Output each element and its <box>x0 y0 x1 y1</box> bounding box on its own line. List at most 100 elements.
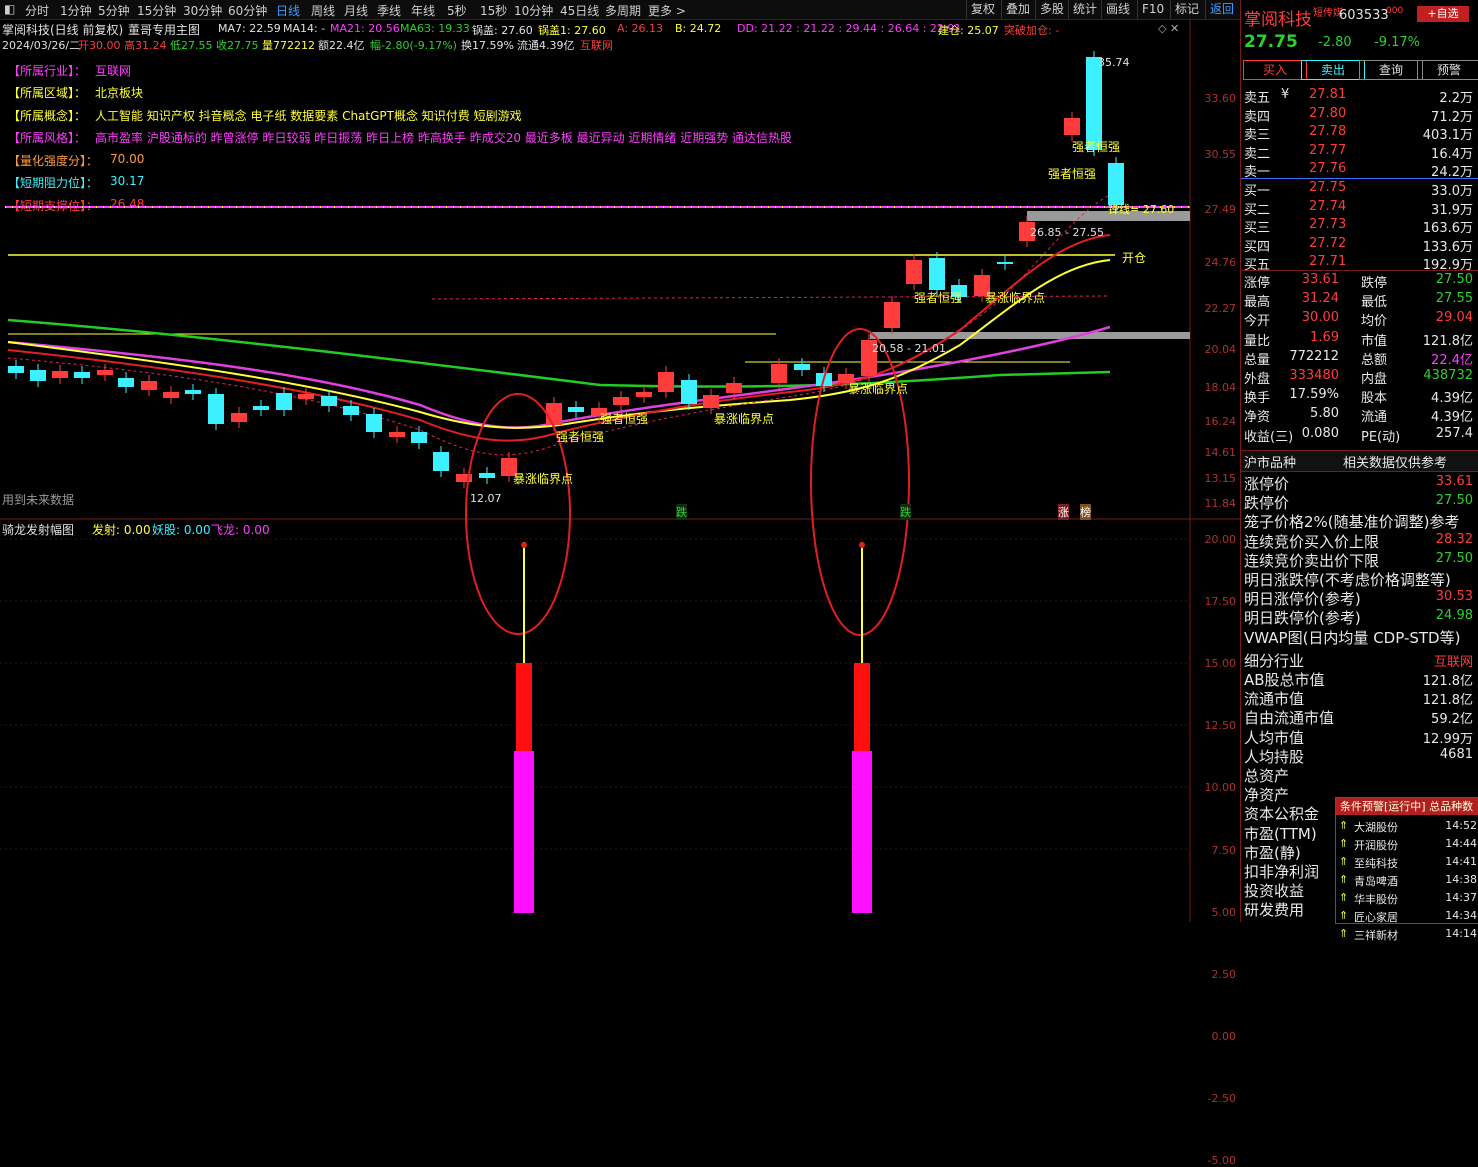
bids-label: 买一 <box>1244 184 1271 199</box>
alert-item[interactable]: ⇑ 至纯科技 14:41 <box>1336 853 1478 871</box>
info-value: 27.50 <box>1435 493 1473 509</box>
bang-badge: 榜 <box>1080 504 1091 520</box>
kaicang-label: 开仓 <box>1122 251 1147 265</box>
sub-tick: 5.00 <box>1211 905 1237 919</box>
bids-price: 27.74 <box>1309 198 1347 214</box>
info-value: 4681 <box>1439 746 1473 762</box>
bids-row[interactable]: 买一 27.75 33.0万 <box>1241 179 1478 199</box>
strong-label-4: 强者恒强 <box>556 430 605 444</box>
range-label-1: 26.85 - 27.55 <box>1030 226 1104 239</box>
alert-item[interactable]: ⇑ 三祥新材 14:14 <box>1336 925 1478 943</box>
asks-price: 27.77 <box>1309 142 1347 158</box>
tomorrow-title-row: 明日涨跌停(不考虑价格调整等) <box>1241 568 1478 589</box>
alert-item[interactable]: ⇑ 匠心家居 14:34 <box>1336 907 1478 925</box>
stat-row: 量比 1.69 市值 121.8亿 <box>1241 329 1478 349</box>
asks-row[interactable]: 卖四 27.80 71.2万 <box>1241 105 1478 125</box>
stat-value: 27.55 <box>1435 291 1473 307</box>
alert-item[interactable]: ⇑ 青岛啤酒 14:38 <box>1336 871 1478 889</box>
cage-title-row: 笼子价格2%(随基准价调整)参考 <box>1241 510 1478 531</box>
stat-value: 30.00 <box>1301 310 1339 326</box>
price-tick: 14.61 <box>1204 446 1237 459</box>
asks-volume: 16.4万 <box>1431 146 1473 162</box>
stat-row: 收益(三) 0.080 PE(动) 257.4 <box>1241 425 1478 445</box>
sub-tick: 15.00 <box>1204 657 1237 671</box>
bids-row[interactable]: 买四 27.72 133.6万 <box>1241 235 1478 255</box>
asks-row[interactable]: 卖五 ¥27.81 2.2万 <box>1241 86 1478 106</box>
quote-stock-name: 掌阅科技 <box>1244 10 1312 30</box>
high-price-label: 35.74 <box>1098 56 1130 69</box>
low-price-label: 12.07 <box>470 492 502 505</box>
alert-time: 14:44 <box>1445 837 1477 850</box>
info-value: 28.32 <box>1435 531 1473 547</box>
asks-label: 卖二 <box>1244 146 1271 162</box>
price-tick: 24.76 <box>1204 256 1237 269</box>
alert-arrow-icon: ⇑ <box>1339 891 1349 904</box>
bids-label: 买三 <box>1244 221 1271 237</box>
condition-alert-panel[interactable]: 条件预警[运行中] 总品种数 ⇑ 大湖股份 14:52 ⇑ 开润股份 14:44 ⇑ 至纯科技… <box>1335 797 1478 942</box>
buy-button[interactable]: 买入 <box>1243 60 1307 80</box>
stat-label: 股本 <box>1361 391 1388 407</box>
candles <box>8 51 1124 488</box>
stat-value: 257.4 <box>1435 425 1473 441</box>
asks-row[interactable]: 卖三 27.78 403.1万 <box>1241 123 1478 144</box>
asks-volume: 403.1万 <box>1422 128 1473 144</box>
sub-indicator-name[interactable]: 骑龙发射幅图 <box>2 521 74 538</box>
price-axis: 33.60 30.55 27.49 24.76 22.27 20.04 18.04 16.24… <box>1192 0 1240 520</box>
info-row: 连续竞价买入价上限 28.32 <box>1241 530 1478 551</box>
highlight-ellipse-1 <box>465 393 571 635</box>
bids-volume: 163.6万 <box>1422 221 1473 237</box>
sub-tick: -2.50 <box>1207 1091 1236 1105</box>
tab-market[interactable]: 沪市品种 <box>1244 452 1296 471</box>
price-tick: 27.49 <box>1204 203 1237 216</box>
asks-volume: 71.2万 <box>1431 109 1473 125</box>
stat-row: 换手 17.59% 股本 4.39亿 <box>1241 386 1478 407</box>
stat-value: 438732 <box>1423 368 1473 383</box>
sub-tick: -5.00 <box>1207 1154 1236 1167</box>
info-value: 30.53 <box>1435 589 1473 605</box>
alert-arrow-icon: ⇑ <box>1339 909 1349 922</box>
info-row: 明日跌停价(参考) 24.98 <box>1241 606 1478 627</box>
info-row: 细分行业 互联网 <box>1241 649 1478 670</box>
stat-label: 换手 <box>1244 391 1271 407</box>
stat-label: 均价 <box>1361 314 1388 330</box>
bids-row[interactable]: 买三 27.73 163.6万 <box>1241 216 1478 237</box>
sub-tick: 2.50 <box>1211 967 1237 981</box>
alert-stock-name: 青岛啤酒 <box>1354 875 1398 888</box>
strong-label-2: 强者恒强 <box>1048 167 1097 181</box>
tab-related[interactable]: 相关数据仅供参考 <box>1343 452 1447 471</box>
strong-label-5: 强者恒强 <box>600 412 649 426</box>
stat-row: 净资 5.80 流通 4.39亿 <box>1241 405 1478 425</box>
alert-button[interactable]: 预警 <box>1417 60 1478 80</box>
burst-label-2: 暴涨临界点 <box>714 412 775 426</box>
launch-bar-2 <box>852 542 872 913</box>
info-value: 27.50 <box>1435 550 1473 566</box>
bids-row[interactable]: 买二 27.74 31.9万 <box>1241 198 1478 218</box>
yaogu-value: 妖股: 0.00 <box>152 523 211 537</box>
info-row: 总资产 <box>1241 764 1478 785</box>
add-watchlist-button[interactable]: +自选 <box>1417 6 1469 22</box>
alert-item[interactable]: ⇑ 开润股份 14:44 <box>1336 835 1478 853</box>
alert-arrow-icon: ⇑ <box>1339 837 1349 850</box>
bids-price: 27.75 <box>1309 180 1347 195</box>
kline-chart[interactable] <box>0 0 1240 922</box>
bids-price: 27.72 <box>1309 235 1347 251</box>
alert-item[interactable]: ⇑ 大湖股份 14:52 <box>1336 817 1478 835</box>
asks-price: 27.76 <box>1309 161 1347 177</box>
alert-stock-name: 匠心家居 <box>1354 911 1398 924</box>
stat-label: 量比 <box>1244 333 1271 349</box>
info-value: 121.8亿 <box>1422 674 1473 689</box>
asks-volume: 2.2万 <box>1439 91 1473 106</box>
bids-volume: 31.9万 <box>1431 202 1473 218</box>
asks-row[interactable]: 卖一 27.76 24.2万 <box>1241 160 1478 180</box>
query-button[interactable]: 查询 <box>1359 60 1423 80</box>
sell-button[interactable]: 卖出 <box>1301 60 1365 80</box>
quote-price: 27.75 <box>1244 32 1298 52</box>
vwap-title: VWAP图(日内均量 CDP-STD等) <box>1244 628 1461 647</box>
asks-price: 27.81 <box>1309 87 1347 102</box>
tab-bar: 沪市品种 相关数据仅供参考 <box>1241 450 1478 472</box>
alert-item[interactable]: ⇑ 华丰股份 14:37 <box>1336 889 1478 907</box>
quote-panel: 掌阅科技 短传媒 603533 000 +自选 27.75 -2.80 -9.1… <box>1240 0 1478 922</box>
stat-label: 跌停 <box>1361 276 1388 291</box>
stat-label: 最低 <box>1361 295 1388 311</box>
asks-row[interactable]: 卖二 27.77 16.4万 <box>1241 142 1478 162</box>
